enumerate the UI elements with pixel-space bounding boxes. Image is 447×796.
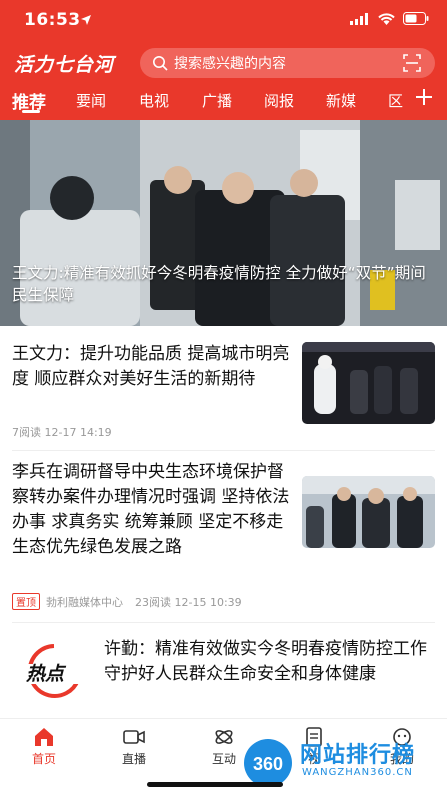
interact-icon [215,730,233,744]
article-title-3[interactable]: 许勤：精准有效做实今冬明春疫情防控工作 守护好人民群众生命安全和身体健康 [104,637,434,687]
location-arrow-icon [81,15,91,25]
article-title-1[interactable]: 王文力：提升功能品质 提高城市明亮度 顺应群众对美好生活的新期待 [12,342,292,392]
add-channel-icon[interactable] [415,88,433,106]
pinned-badge: 置顶 [12,593,40,610]
status-time: 16:53 [24,10,81,30]
app-header: 16:53 活力七台河 搜索感兴趣的内容 推荐 要闻 电视 广播 阅报 新媒 区 [0,0,447,120]
scan-icon[interactable] [403,54,421,72]
nav-home[interactable]: 首页 [14,727,74,767]
nav-interact-label: 互动 [211,752,236,766]
search-icon [153,56,168,71]
divider [12,450,435,451]
hero-caption: 王文力:精准有效抓好今冬明春疫情防控 全力做好“双节”期间民生保障 [12,264,426,304]
tab-newspaper[interactable]: 阅报 [264,90,294,111]
hot-topic-label: 热点 [26,663,65,685]
tab-tv[interactable]: 电视 [139,90,169,111]
battery-icon [403,12,429,25]
status-bar: 16:53 [0,0,447,44]
tab-new-media[interactable]: 新媒 [326,90,356,111]
article-thumbnail-3[interactable]: 热点 [16,640,92,702]
article-source: 勃利融媒体中心 [46,595,123,609]
system-icons [350,12,429,25]
active-tab-indicator [22,110,40,113]
article-meta-2: 置顶 勃利融媒体中心 23阅读 12-15 10:39 [12,593,242,610]
search-bar[interactable]: 搜索感兴趣的内容 [140,48,435,78]
tab-headlines[interactable]: 要闻 [76,90,106,111]
wifi-icon [378,12,395,25]
video-camera-icon [123,730,145,744]
watermark-logo-text: 360 [253,754,283,774]
nav-live-label: 直播 [121,752,146,766]
channel-tabs: 推荐 要闻 电视 广播 阅报 新媒 区 [0,84,447,120]
watermark-subtext: WANGZHAN360.CN [302,767,413,778]
app-logo: 活力七台河 [14,54,115,76]
divider [12,622,435,623]
article-meta-text: 23阅读 12-15 10:39 [135,595,242,609]
tab-district[interactable]: 区 [388,90,403,111]
nav-home-label: 首页 [31,752,56,766]
article-thumbnail-1[interactable] [302,342,435,424]
nav-live[interactable]: 直播 [104,727,164,767]
home-indicator[interactable] [147,782,283,787]
search-placeholder: 搜索感兴趣的内容 [174,56,286,72]
article-title-2[interactable]: 李兵在调研督导中央生态环境保护督察转办案件办理情况时强调 坚持依法办事 求真务实… [12,460,292,560]
home-icon [35,728,53,746]
tab-radio[interactable]: 广播 [202,90,232,111]
signal-icon [350,12,368,25]
article-thumbnail-2[interactable] [302,476,435,548]
article-meta-1: 7阅读 12-17 14:19 [12,426,112,439]
watermark-text: 网站排行榜 [300,743,416,768]
